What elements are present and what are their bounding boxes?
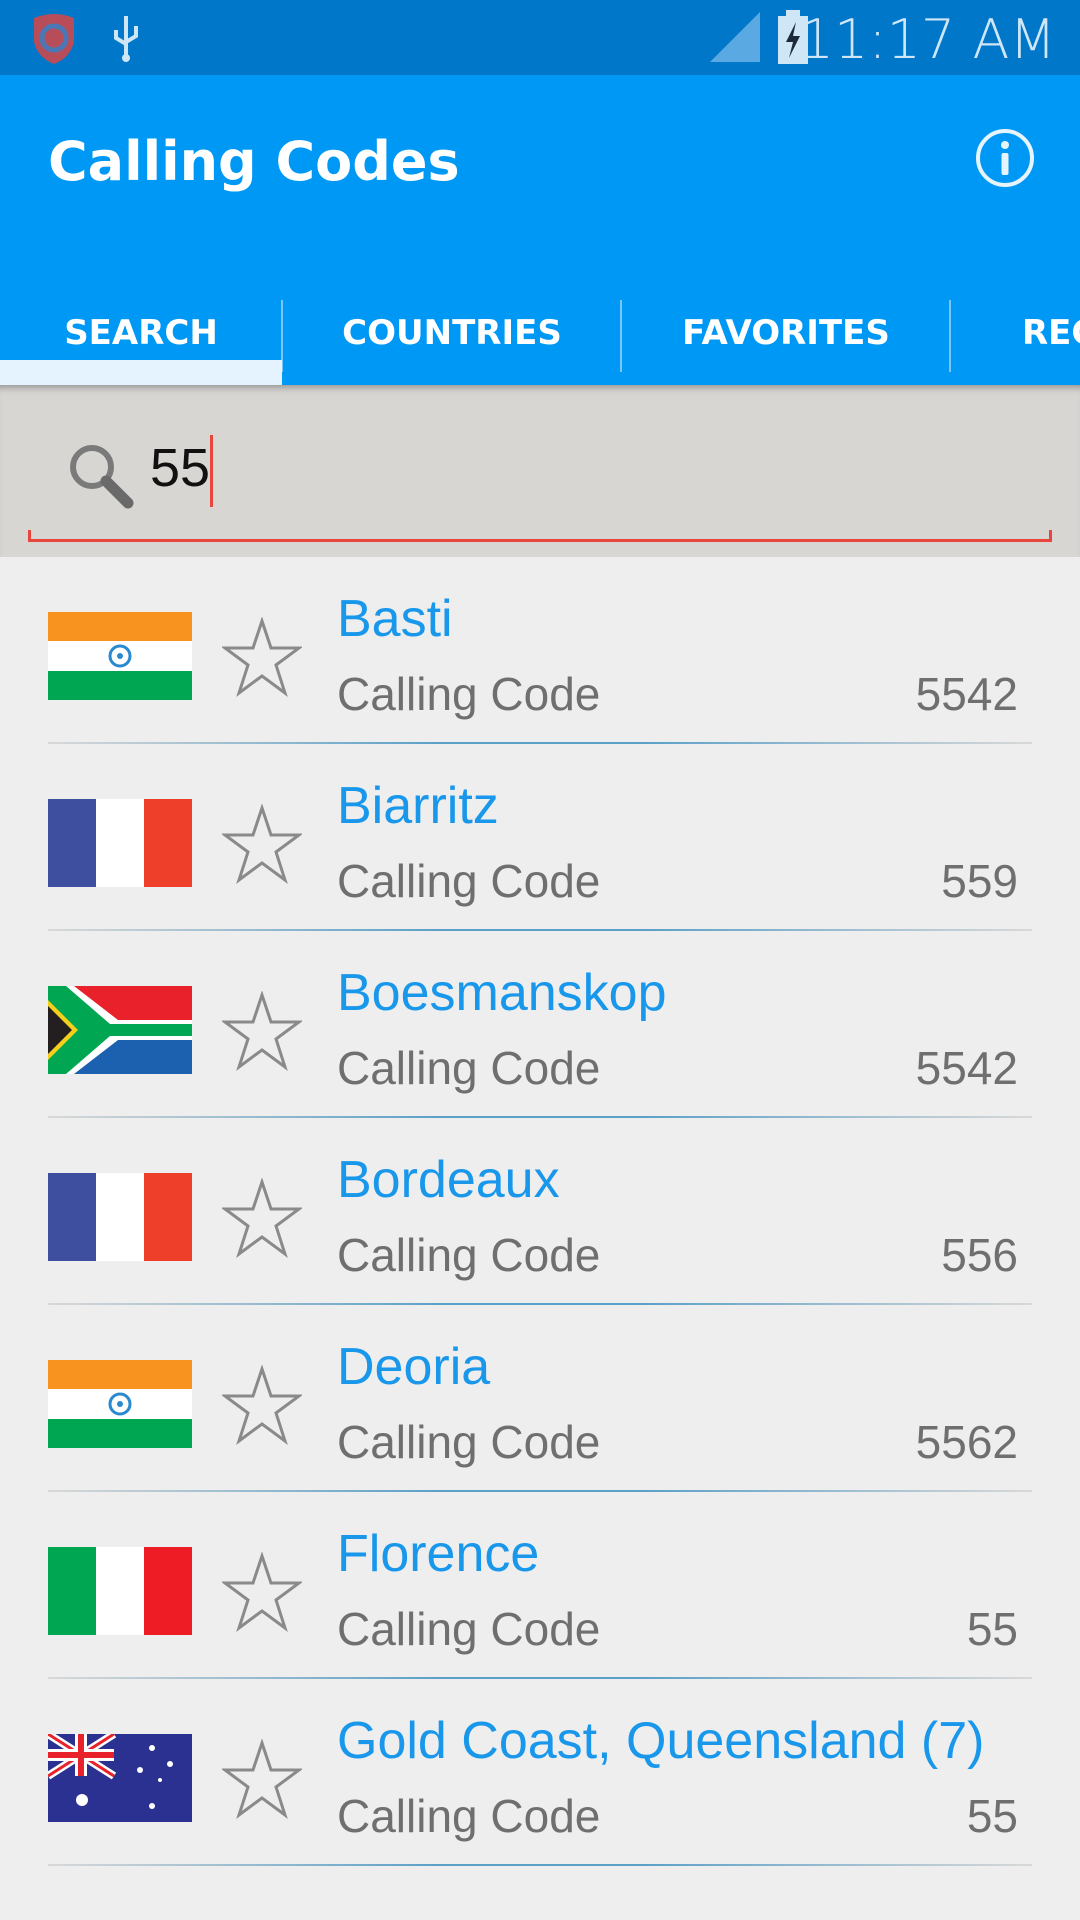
selected-tab-indicator (0, 360, 282, 385)
tab-divider (949, 300, 951, 372)
calling-code-label: Calling Code (337, 855, 601, 907)
calling-code-value: 55 (966, 1603, 1018, 1655)
favorite-star-icon[interactable] (222, 617, 302, 697)
tab-recent[interactable]: REC (1022, 280, 1080, 385)
city-name: Gold Coast, Queensland (7) (337, 1712, 985, 1770)
favorite-star-icon[interactable] (222, 1552, 302, 1632)
france-flag-icon (48, 1173, 192, 1261)
favorite-star-icon[interactable] (222, 991, 302, 1071)
calling-code-value: 5542 (915, 668, 1018, 720)
calling-code-label: Calling Code (337, 1229, 601, 1281)
row-divider (48, 1864, 1032, 1866)
city-name: Florence (337, 1525, 540, 1583)
list-item[interactable]: Biarritz Calling Code 559 (0, 744, 1080, 931)
status-time: 11:17 AM (799, 8, 1056, 71)
calling-code-label: Calling Code (337, 1790, 601, 1842)
list-item[interactable]: Bordeaux Calling Code 556 (0, 1118, 1080, 1305)
city-name: Biarritz (337, 777, 499, 835)
calling-code-value: 5542 (915, 1042, 1018, 1094)
calling-code-label: Calling Code (337, 1416, 601, 1468)
search-value: 55 (150, 438, 211, 498)
favorite-star-icon[interactable] (222, 1365, 302, 1445)
tab-label: SEARCH (64, 312, 218, 353)
list-item[interactable]: Gold Coast, Queensland (7) Calling Code … (0, 1679, 1080, 1866)
search-underline (28, 530, 1052, 542)
list-item[interactable]: Florence Calling Code 55 (0, 1492, 1080, 1679)
list-item[interactable]: Boesmanskop Calling Code 5542 (0, 931, 1080, 1118)
calling-code-value: 556 (941, 1229, 1018, 1281)
calling-code-value: 55 (966, 1790, 1018, 1842)
list-item[interactable]: Basti Calling Code 5542 (0, 557, 1080, 744)
france-flag-icon (48, 799, 192, 887)
city-name: Boesmanskop (337, 964, 667, 1022)
favorite-star-icon[interactable] (222, 1739, 302, 1819)
favorite-star-icon[interactable] (222, 804, 302, 884)
calling-code-value: 5562 (915, 1416, 1018, 1468)
south-africa-flag-icon (48, 986, 192, 1074)
tab-favorites[interactable]: FAVORITES (622, 280, 950, 385)
search-icon (70, 445, 134, 509)
signal-icon (710, 12, 760, 62)
status-bar: 11:17 AM (0, 0, 1080, 75)
app-bar: Calling Codes SEARCH COUNTRIES FAVORITES… (0, 75, 1080, 385)
india-flag-icon (48, 1360, 192, 1448)
info-icon[interactable] (974, 127, 1036, 189)
india-flag-icon (48, 612, 192, 700)
tab-countries[interactable]: COUNTRIES (283, 280, 621, 385)
calling-code-label: Calling Code (337, 668, 601, 720)
usb-icon (114, 16, 138, 62)
tab-label: COUNTRIES (342, 312, 562, 353)
city-name: Bordeaux (337, 1151, 560, 1209)
app-title: Calling Codes (48, 130, 460, 193)
australia-flag-icon (48, 1734, 192, 1822)
calling-code-value: 559 (941, 855, 1018, 907)
tab-label: FAVORITES (682, 312, 890, 353)
search-area: 55 (0, 385, 1080, 557)
calling-code-label: Calling Code (337, 1603, 601, 1655)
shield-app-icon (34, 14, 74, 64)
tab-label: REC (1022, 312, 1080, 353)
city-name: Basti (337, 590, 453, 648)
calling-code-label: Calling Code (337, 1042, 601, 1094)
favorite-star-icon[interactable] (222, 1178, 302, 1258)
text-cursor (210, 435, 213, 507)
italy-flag-icon (48, 1547, 192, 1635)
city-name: Deoria (337, 1338, 491, 1396)
list-item[interactable]: Deoria Calling Code 5562 (0, 1305, 1080, 1492)
